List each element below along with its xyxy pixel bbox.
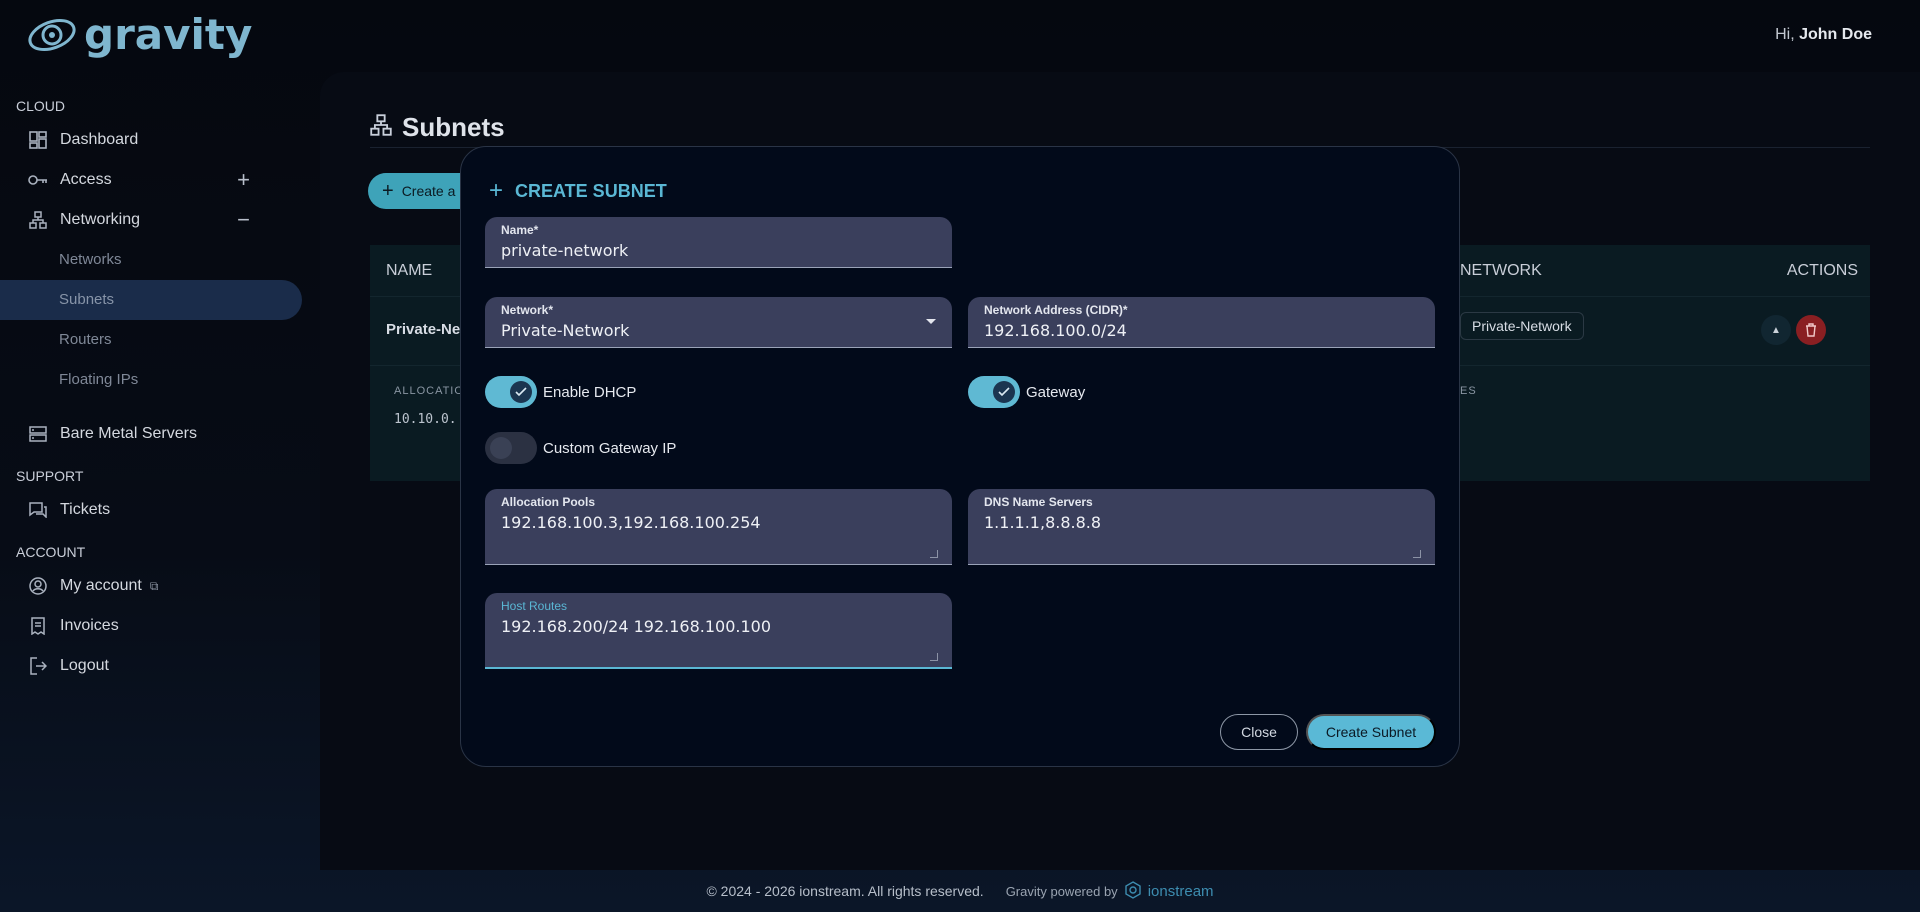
gateway-switch[interactable] bbox=[968, 376, 1020, 408]
create-subnet-submit-button[interactable]: Create Subnet bbox=[1306, 714, 1436, 750]
enable-dhcp-toggle[interactable]: Enable DHCP bbox=[485, 376, 636, 408]
host-routes-label: Host Routes bbox=[501, 599, 568, 613]
resize-handle-icon[interactable] bbox=[1413, 550, 1421, 558]
gateway-label: Gateway bbox=[1026, 383, 1086, 401]
create-subnet-dialog: + CREATE SUBNET Name* private-network Ne… bbox=[460, 146, 1460, 767]
dialog-title: + CREATE SUBNET bbox=[489, 177, 667, 205]
custom-gateway-ip-switch[interactable] bbox=[485, 432, 537, 464]
check-icon bbox=[510, 381, 532, 403]
host-routes-value: 192.168.200/24 192.168.100.100 bbox=[501, 617, 772, 636]
name-value: private-network bbox=[501, 241, 629, 260]
enable-dhcp-label: Enable DHCP bbox=[543, 383, 637, 401]
dns-name-servers-field[interactable]: DNS Name Servers 1.1.1.1,8.8.8.8 bbox=[968, 489, 1435, 565]
network-value: Private-Network bbox=[501, 321, 630, 340]
custom-gateway-ip-label: Custom Gateway IP bbox=[543, 439, 677, 457]
cidr-field[interactable]: Network Address (CIDR)* 192.168.100.0/24 bbox=[968, 297, 1435, 348]
resize-handle-icon[interactable] bbox=[930, 550, 938, 558]
allocation-pools-value: 192.168.100.3,192.168.100.254 bbox=[501, 513, 761, 532]
dialog-title-text: CREATE SUBNET bbox=[515, 180, 667, 201]
switch-knob bbox=[490, 437, 512, 459]
resize-handle-icon[interactable] bbox=[930, 653, 938, 661]
name-label: Name* bbox=[501, 223, 539, 237]
check-icon bbox=[993, 381, 1015, 403]
network-select[interactable]: Network* Private-Network bbox=[485, 297, 952, 348]
name-field[interactable]: Name* private-network bbox=[485, 217, 952, 268]
chevron-down-icon bbox=[926, 319, 936, 324]
allocation-pools-field[interactable]: Allocation Pools 192.168.100.3,192.168.1… bbox=[485, 489, 952, 565]
dns-label: DNS Name Servers bbox=[984, 495, 1093, 509]
host-routes-field[interactable]: Host Routes 192.168.200/24 192.168.100.1… bbox=[485, 593, 952, 669]
close-button[interactable]: Close bbox=[1220, 714, 1298, 750]
cidr-value: 192.168.100.0/24 bbox=[984, 321, 1127, 340]
enable-dhcp-switch[interactable] bbox=[485, 376, 537, 408]
gateway-toggle[interactable]: Gateway bbox=[968, 376, 1085, 408]
network-label: Network* bbox=[501, 303, 554, 317]
allocation-pools-label: Allocation Pools bbox=[501, 495, 596, 509]
cidr-label: Network Address (CIDR)* bbox=[984, 303, 1128, 317]
dns-value: 1.1.1.1,8.8.8.8 bbox=[984, 513, 1102, 532]
custom-gateway-ip-toggle[interactable]: Custom Gateway IP bbox=[485, 432, 676, 464]
plus-icon: + bbox=[489, 177, 504, 204]
